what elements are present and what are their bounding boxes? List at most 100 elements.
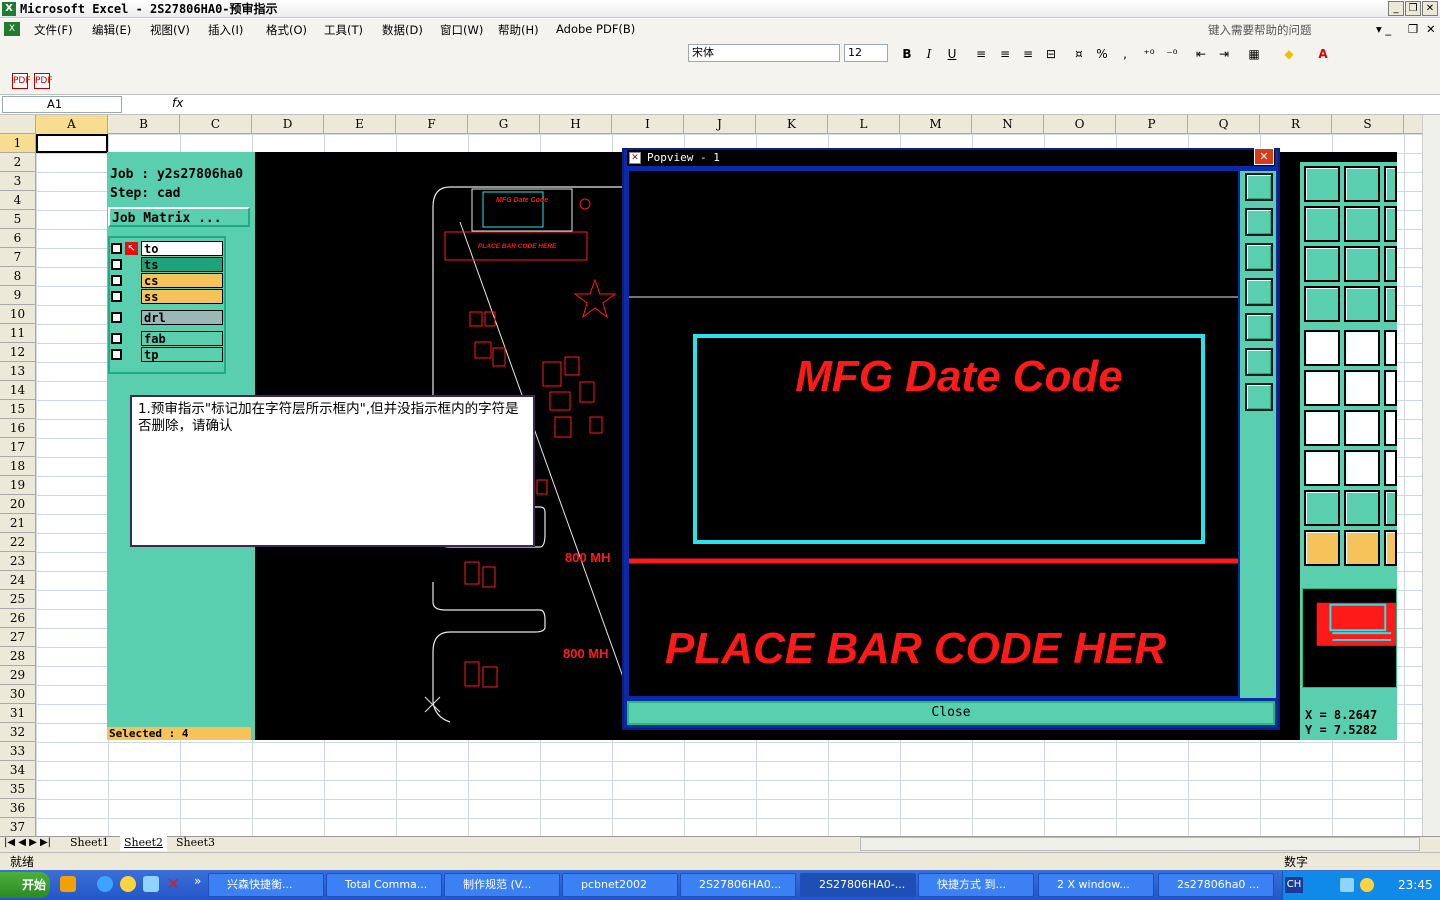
- graphic-tool-icon[interactable]: [1304, 530, 1340, 566]
- restore-button[interactable]: ❐: [1405, 1, 1421, 16]
- row-header[interactable]: 8: [0, 267, 36, 286]
- layer-row[interactable]: ss: [108, 289, 224, 304]
- graphic-tool-icon[interactable]: [1344, 246, 1380, 282]
- layer-row[interactable]: drl: [108, 310, 224, 325]
- font-name-select[interactable]: 宋体: [688, 44, 840, 62]
- column-header[interactable]: I: [612, 115, 684, 134]
- row-header[interactable]: 20: [0, 495, 36, 514]
- fill-color-icon[interactable]: ◆: [1280, 46, 1298, 62]
- select-all-corner[interactable]: [0, 115, 36, 134]
- graphic-tool-icon[interactable]: [1304, 410, 1340, 446]
- insert-function-icon[interactable]: fx: [172, 96, 183, 110]
- column-header[interactable]: G: [468, 115, 540, 134]
- layer-row[interactable]: fab: [108, 331, 224, 346]
- row-header[interactable]: 34: [0, 761, 36, 780]
- tab-sheet2[interactable]: Sheet2: [120, 836, 168, 851]
- graphic-tool-icon[interactable]: [1344, 410, 1380, 446]
- row-header[interactable]: 19: [0, 476, 36, 495]
- increase-decimal-icon[interactable]: ⁺⁰: [1140, 46, 1158, 62]
- decrease-indent-icon[interactable]: ⇤: [1192, 46, 1210, 62]
- layer-row[interactable]: ↖ to: [108, 241, 224, 256]
- column-header[interactable]: B: [108, 115, 180, 134]
- doc-minimize-icon[interactable]: ▾ _: [1376, 22, 1391, 36]
- column-header[interactable]: L: [828, 115, 900, 134]
- graphic-tool-icon[interactable]: [1344, 166, 1380, 202]
- workbook-icon[interactable]: X: [4, 22, 20, 36]
- column-header[interactable]: F: [396, 115, 468, 134]
- horizontal-scrollbar[interactable]: [860, 837, 1420, 851]
- row-header[interactable]: 2: [0, 153, 36, 172]
- input-language[interactable]: CH: [1285, 877, 1303, 893]
- menu-edit[interactable]: 编辑(E): [92, 22, 131, 38]
- graphic-tool-icon[interactable]: [1344, 206, 1380, 242]
- row-header[interactable]: 29: [0, 666, 36, 685]
- graphic-tool-icon[interactable]: [1304, 490, 1340, 526]
- decrease-decimal-icon[interactable]: ⁻⁰: [1163, 46, 1181, 62]
- column-header[interactable]: P: [1116, 115, 1188, 134]
- graphic-tool-icon[interactable]: [1384, 246, 1397, 282]
- row-header[interactable]: 36: [0, 799, 36, 818]
- graphic-tool-icon[interactable]: [1384, 410, 1397, 446]
- row-header[interactable]: 28: [0, 647, 36, 666]
- layer-row[interactable]: ts: [108, 257, 224, 272]
- underline-button[interactable]: U: [943, 46, 961, 62]
- pan-right-icon[interactable]: [1245, 313, 1273, 341]
- column-header[interactable]: M: [900, 115, 972, 134]
- row-header[interactable]: 16: [0, 419, 36, 438]
- bold-button[interactable]: B: [898, 46, 916, 62]
- graphic-tool-icon[interactable]: [1344, 450, 1380, 486]
- row-header[interactable]: 17: [0, 438, 36, 457]
- increase-indent-icon[interactable]: ⇥: [1215, 46, 1233, 62]
- row-header[interactable]: 32: [0, 723, 36, 742]
- row-header[interactable]: 13: [0, 362, 36, 381]
- menu-insert[interactable]: 插入(I): [208, 22, 243, 38]
- layer-checkbox[interactable]: [111, 275, 122, 286]
- column-header[interactable]: N: [972, 115, 1044, 134]
- tab-sheet3[interactable]: Sheet3: [172, 836, 219, 851]
- graphic-tool-icon[interactable]: [1344, 286, 1380, 322]
- popview-close-button[interactable]: Close: [627, 701, 1275, 725]
- menu-help[interactable]: 帮助(H): [498, 22, 539, 38]
- column-header[interactable]: K: [756, 115, 828, 134]
- job-matrix-button[interactable]: Job Matrix ...: [108, 207, 250, 227]
- menu-window[interactable]: 窗口(W): [440, 22, 483, 38]
- row-header[interactable]: 33: [0, 742, 36, 761]
- graphic-tool-icon[interactable]: [1384, 206, 1397, 242]
- row-header[interactable]: 14: [0, 381, 36, 400]
- column-header[interactable]: A: [36, 115, 108, 134]
- graphic-tool-icon[interactable]: [1344, 490, 1380, 526]
- xwin-icon[interactable]: ✕: [166, 874, 181, 895]
- graphic-tool-icon[interactable]: [1304, 330, 1340, 366]
- start-button[interactable]: 开始: [0, 872, 50, 898]
- tab-sheet1[interactable]: Sheet1: [66, 836, 113, 851]
- font-size-select[interactable]: 12: [844, 44, 888, 62]
- taskbar-window-button[interactable]: 2 X window...: [1038, 873, 1154, 897]
- merge-center-icon[interactable]: ⊟: [1042, 46, 1060, 62]
- layer-checkbox[interactable]: [111, 259, 122, 270]
- close-button[interactable]: ✕: [1422, 1, 1438, 16]
- layer-checkbox[interactable]: [111, 312, 122, 323]
- taskbar-window-button[interactable]: 兴森快捷衡...: [208, 873, 324, 897]
- clock-app-icon[interactable]: [120, 876, 136, 892]
- font-color-icon[interactable]: A: [1314, 46, 1332, 62]
- layer-checkbox[interactable]: [111, 349, 122, 360]
- column-header[interactable]: D: [252, 115, 324, 134]
- column-header[interactable]: C: [180, 115, 252, 134]
- menu-tools[interactable]: 工具(T): [324, 22, 363, 38]
- row-header[interactable]: 31: [0, 704, 36, 723]
- pdf-email-icon[interactable]: PDF: [34, 73, 53, 89]
- menu-view[interactable]: 视图(V): [150, 22, 190, 38]
- italic-button[interactable]: I: [920, 46, 938, 62]
- row-header[interactable]: 11: [0, 324, 36, 343]
- row-header[interactable]: 9: [0, 286, 36, 305]
- review-comment-box[interactable]: 1.预审指示"标记加在字符层所示框内",但并没指示框内的字符是否删除，请确认: [130, 395, 535, 547]
- more-quicklaunch-icon[interactable]: »: [194, 874, 201, 888]
- vertical-scrollbar[interactable]: [1422, 115, 1440, 836]
- row-header[interactable]: 27: [0, 628, 36, 647]
- graphic-tool-icon[interactable]: [1304, 450, 1340, 486]
- layer-row[interactable]: tp: [108, 347, 224, 362]
- layer-row[interactable]: cs: [108, 273, 224, 288]
- row-header[interactable]: 26: [0, 609, 36, 628]
- convert-pdf-icon[interactable]: PDF: [12, 73, 31, 89]
- row-header[interactable]: 21: [0, 514, 36, 533]
